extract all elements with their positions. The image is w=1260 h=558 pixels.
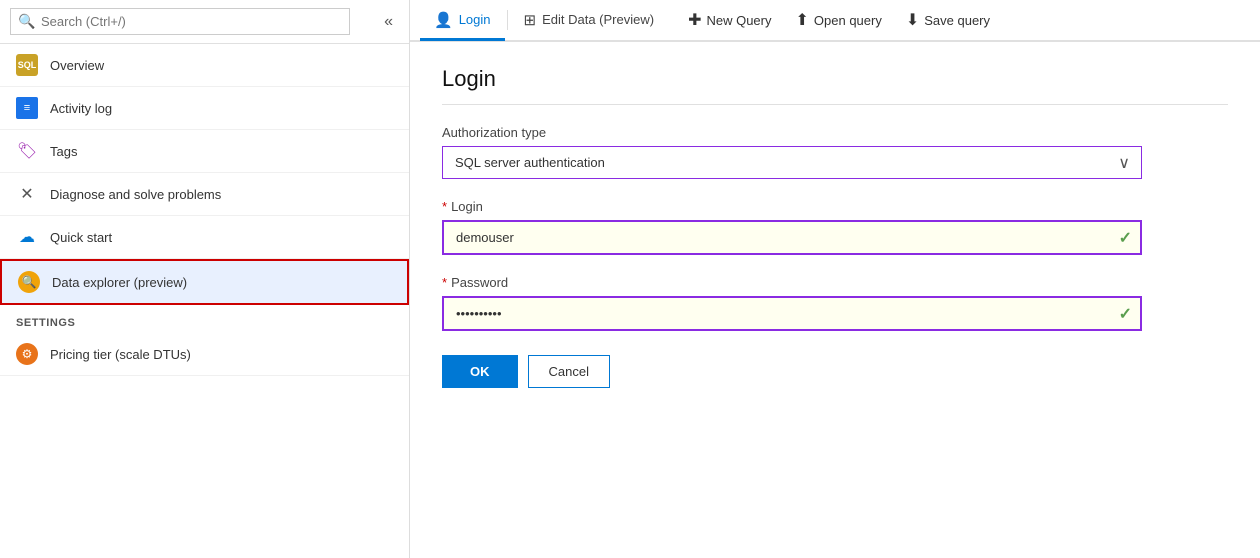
ok-button[interactable]: OK [442, 355, 518, 388]
open-query-label: Open query [814, 13, 882, 28]
auth-type-select-wrap: SQL server authentication ∨ [442, 146, 1142, 179]
collapse-sidebar-button[interactable]: « [378, 9, 399, 35]
password-input[interactable] [442, 296, 1142, 331]
tab-bar: 👤 Login ⊞ Edit Data (Preview) ✚ New Quer… [410, 0, 1260, 42]
save-query-label: Save query [924, 13, 990, 28]
data-explorer-icon: 🔍 [18, 271, 40, 293]
tab-edit-data[interactable]: ⊞ Edit Data (Preview) [510, 1, 669, 41]
sidebar-item-data-explorer[interactable]: 🔍 Data explorer (preview) [0, 259, 409, 305]
sidebar-item-label: Pricing tier (scale DTUs) [50, 347, 191, 362]
open-query-button[interactable]: ⬆ Open query [786, 5, 892, 35]
cancel-button[interactable]: Cancel [528, 355, 610, 388]
tags-icon: 🏷 [16, 140, 38, 162]
pricing-tier-icon: ⚙ [16, 343, 38, 365]
overview-icon: SQL [16, 54, 38, 76]
open-query-icon: ⬆ [796, 10, 809, 30]
tab-login-label: Login [459, 12, 491, 27]
save-query-icon: ⬇ [906, 10, 919, 30]
sidebar-item-overview[interactable]: SQL Overview [0, 44, 409, 87]
sidebar-item-label: Diagnose and solve problems [50, 187, 221, 202]
login-required-star: * [442, 199, 447, 214]
diagnose-icon: ✕ [16, 183, 38, 205]
sidebar-item-label: Data explorer (preview) [52, 275, 187, 290]
sidebar-item-activity-log[interactable]: ≡ Activity log [0, 87, 409, 130]
password-input-wrap: ✓ [442, 296, 1142, 331]
toolbar-buttons: ✚ New Query ⬆ Open query ⬇ Save query [678, 5, 1000, 35]
sidebar-item-label: Overview [50, 58, 104, 73]
sidebar-item-pricing-tier[interactable]: ⚙ Pricing tier (scale DTUs) [0, 333, 409, 376]
search-input[interactable] [10, 8, 350, 35]
password-field-group: *Password ✓ [442, 275, 1228, 331]
quick-start-icon: ☁ [16, 226, 38, 248]
form-buttons: OK Cancel [442, 355, 1228, 388]
login-input[interactable] [442, 220, 1142, 255]
sidebar-item-label: Tags [50, 144, 77, 159]
sidebar: 🔍 « SQL Overview ≡ Activity log 🏷 Tags [0, 0, 410, 558]
auth-type-select[interactable]: SQL server authentication [442, 146, 1142, 179]
activity-log-icon: ≡ [16, 97, 38, 119]
auth-type-label: Authorization type [442, 125, 1228, 140]
login-input-wrap: ✓ [442, 220, 1142, 255]
sidebar-item-quick-start[interactable]: ☁ Quick start [0, 216, 409, 259]
new-query-label: New Query [706, 13, 771, 28]
new-query-button[interactable]: ✚ New Query [678, 5, 781, 35]
main-area: 👤 Login ⊞ Edit Data (Preview) ✚ New Quer… [410, 0, 1260, 558]
search-bar: 🔍 « [0, 0, 409, 44]
login-field-group: *Login ✓ [442, 199, 1228, 255]
sidebar-item-tags[interactable]: 🏷 Tags [0, 130, 409, 173]
login-tab-icon: 👤 [434, 11, 453, 29]
password-field-label: *Password [442, 275, 1228, 290]
content-area: Login Authorization type SQL server auth… [410, 42, 1260, 558]
login-check-icon: ✓ [1119, 228, 1132, 248]
sidebar-item-label: Activity log [50, 101, 112, 116]
password-check-icon: ✓ [1119, 304, 1132, 324]
settings-section-header: SETTINGS [0, 305, 409, 333]
tab-login[interactable]: 👤 Login [420, 1, 505, 41]
tab-edit-data-label: Edit Data (Preview) [542, 12, 654, 27]
page-title: Login [442, 66, 1228, 105]
edit-data-tab-icon: ⊞ [524, 11, 537, 29]
search-icon: 🔍 [18, 13, 35, 30]
sidebar-item-label: Quick start [50, 230, 112, 245]
new-query-icon: ✚ [688, 10, 701, 30]
auth-type-group: Authorization type SQL server authentica… [442, 125, 1228, 179]
tab-separator [507, 10, 508, 30]
password-required-star: * [442, 275, 447, 290]
save-query-button[interactable]: ⬇ Save query [896, 5, 1000, 35]
sidebar-item-diagnose[interactable]: ✕ Diagnose and solve problems [0, 173, 409, 216]
login-field-label: *Login [442, 199, 1228, 214]
nav-list: SQL Overview ≡ Activity log 🏷 Tags ✕ Dia… [0, 44, 409, 558]
